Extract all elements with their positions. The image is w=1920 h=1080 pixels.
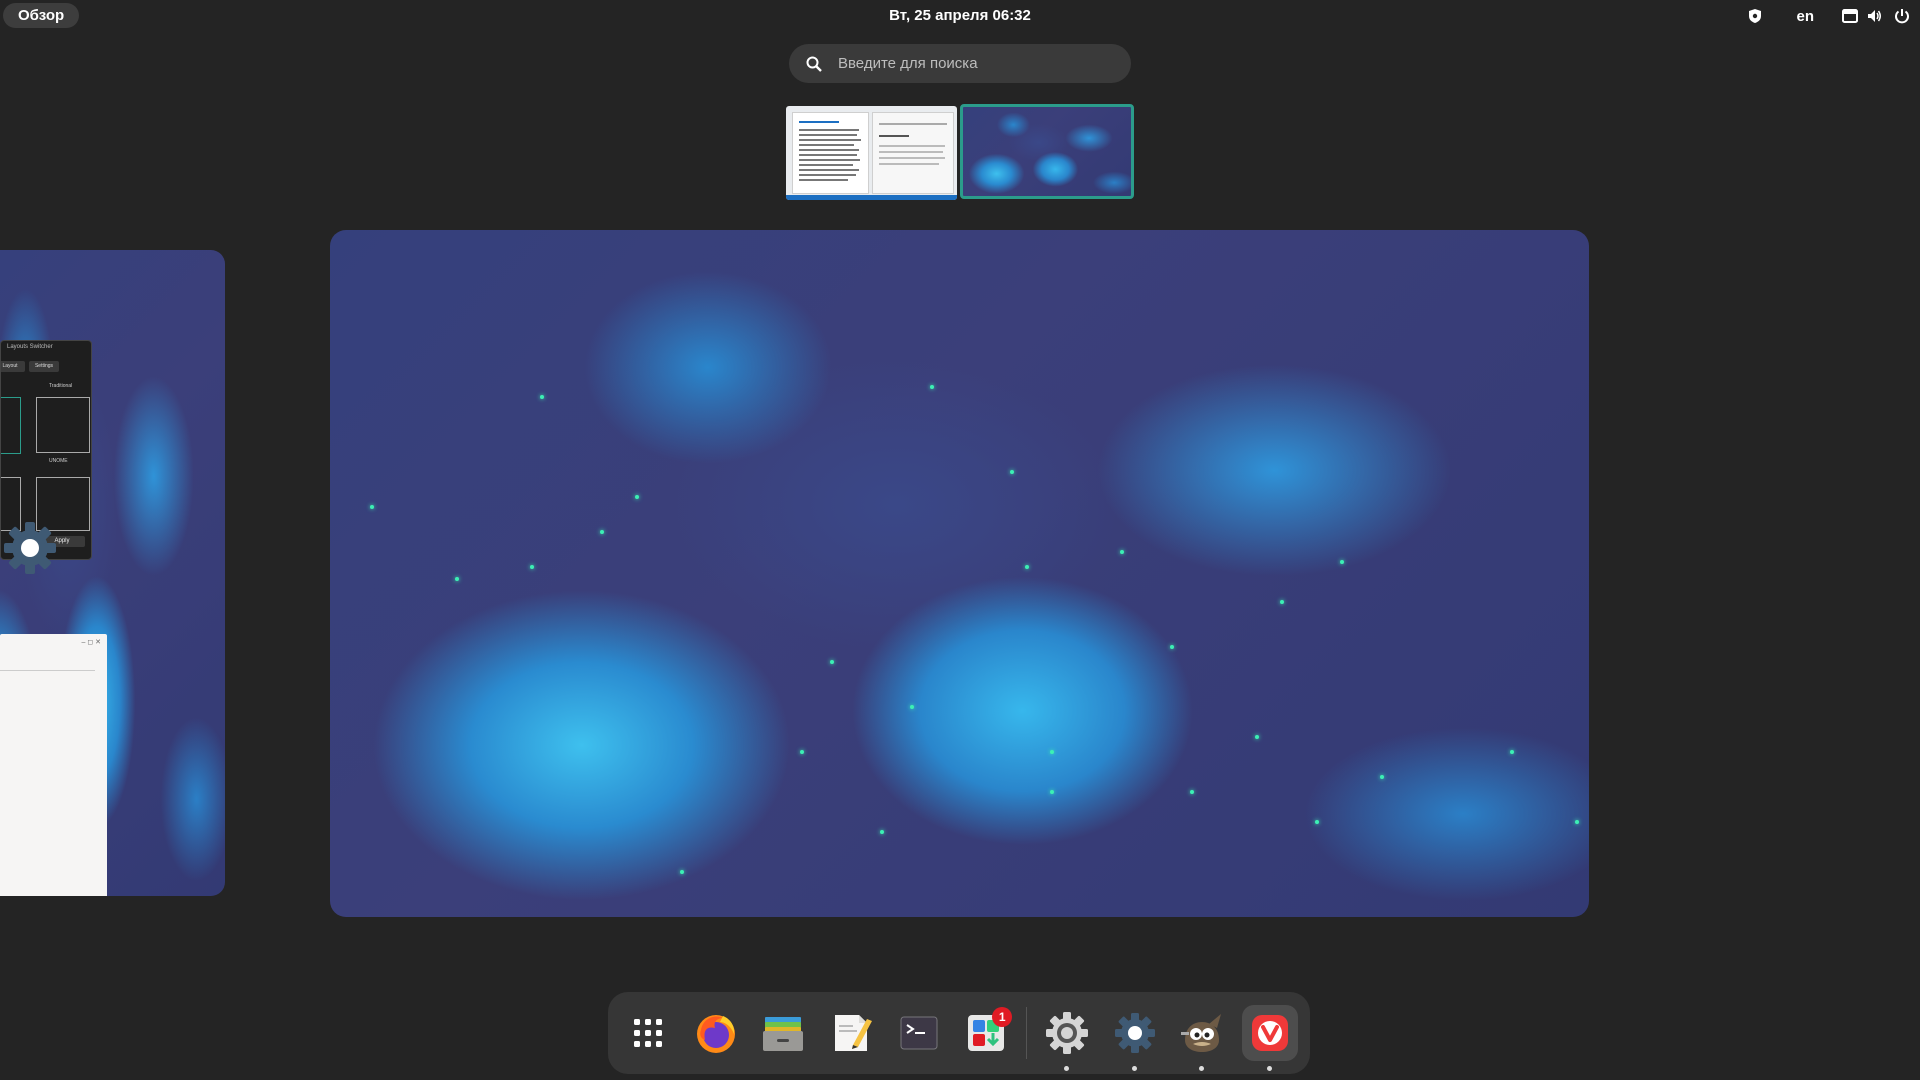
dock-vivaldi[interactable] bbox=[1242, 1005, 1299, 1071]
shield-icon[interactable] bbox=[1748, 5, 1762, 27]
search-icon bbox=[806, 56, 822, 72]
dock-software[interactable]: 1 bbox=[959, 1005, 1015, 1061]
volume-icon[interactable] bbox=[1866, 5, 1882, 27]
dock-files[interactable] bbox=[755, 1005, 811, 1061]
editor-window-thumb bbox=[872, 112, 954, 194]
window-controls: – ◻ ✕ bbox=[81, 639, 101, 646]
dock-gimp[interactable] bbox=[1175, 1005, 1231, 1071]
dock-separator bbox=[1026, 1007, 1028, 1059]
workspace-current[interactable] bbox=[330, 230, 1589, 917]
dock-firefox[interactable] bbox=[688, 1005, 744, 1061]
clock[interactable]: Вт, 25 апреля 06:32 bbox=[0, 7, 1920, 24]
running-indicator bbox=[1064, 1066, 1070, 1071]
notification-badge: 1 bbox=[992, 1007, 1013, 1027]
dock-text-editor[interactable] bbox=[823, 1005, 879, 1061]
running-indicator bbox=[1131, 1066, 1137, 1071]
screen-icon[interactable] bbox=[1842, 5, 1858, 27]
workspace-thumbnail-1[interactable] bbox=[786, 106, 957, 200]
wallpaper-particles bbox=[330, 230, 1589, 917]
files-icon bbox=[763, 1017, 804, 1051]
show-applications-button[interactable] bbox=[620, 1005, 676, 1061]
system-tray[interactable]: en bbox=[1748, 5, 1910, 27]
dash-dock: 1 bbox=[608, 992, 1310, 1074]
top-bar: Обзор Вт, 25 апреля 06:32 en bbox=[0, 0, 1920, 32]
firefox-icon bbox=[696, 1015, 735, 1053]
document-window-thumb bbox=[792, 112, 869, 194]
dock-terminal[interactable] bbox=[891, 1005, 947, 1061]
option-traditional: Traditional bbox=[49, 383, 73, 389]
layouts-gear-icon bbox=[1114, 1013, 1155, 1053]
apps-grid-icon bbox=[633, 1019, 662, 1047]
workspace-previous[interactable]: Layouts Switcher Layout Settings Traditi… bbox=[0, 250, 225, 896]
layout-preview-selected bbox=[1, 397, 21, 454]
running-indicator bbox=[1267, 1066, 1273, 1071]
search-input[interactable] bbox=[836, 54, 1110, 73]
dock-settings[interactable] bbox=[1039, 1005, 1095, 1071]
option-unome: UNOME bbox=[49, 458, 68, 464]
search-bar[interactable] bbox=[789, 44, 1131, 83]
document-window-preview[interactable]: – ◻ ✕ bbox=[0, 634, 107, 896]
terminal-icon bbox=[900, 1016, 938, 1050]
layouts-gear-icon bbox=[4, 522, 56, 574]
taskbar-strip bbox=[786, 195, 957, 200]
text-editor-icon bbox=[834, 1015, 872, 1051]
tab-layout: Layout bbox=[1, 361, 25, 372]
gimp-icon bbox=[1181, 1014, 1222, 1052]
workspace-thumbnail-2-active[interactable] bbox=[960, 104, 1134, 199]
window-title: Layouts Switcher bbox=[7, 344, 53, 350]
running-indicator bbox=[1199, 1066, 1205, 1071]
power-icon[interactable] bbox=[1894, 5, 1910, 27]
layout-preview-traditional bbox=[36, 397, 90, 453]
dock-layouts-switcher[interactable] bbox=[1107, 1005, 1163, 1071]
vivaldi-icon bbox=[1252, 1015, 1289, 1051]
divider bbox=[0, 670, 95, 671]
tab-settings: Settings bbox=[29, 361, 59, 372]
settings-icon bbox=[1046, 1012, 1089, 1054]
language-indicator[interactable]: en bbox=[1796, 5, 1814, 27]
